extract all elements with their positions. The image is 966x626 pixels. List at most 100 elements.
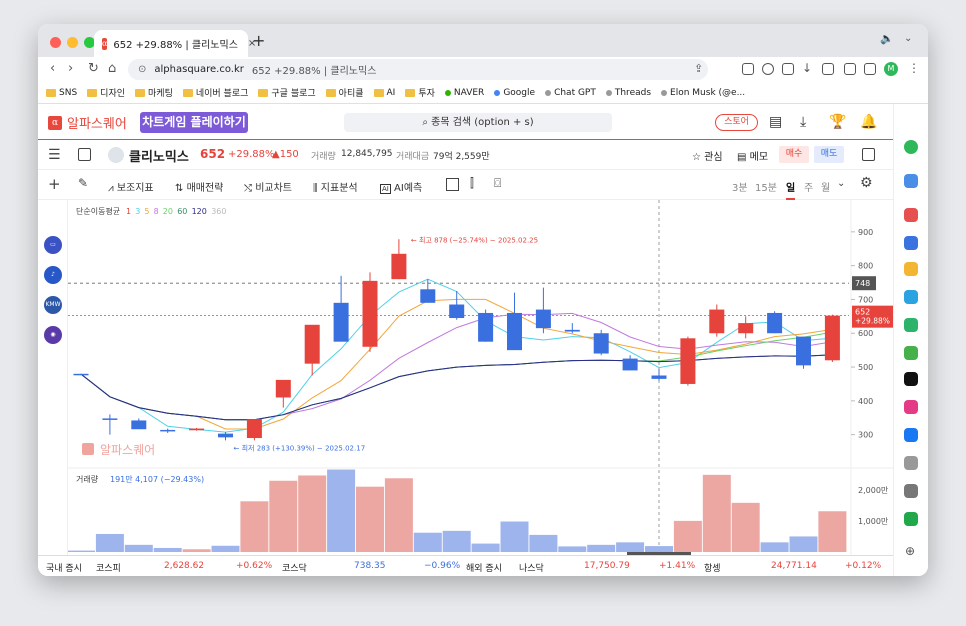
bookmark-item[interactable]: Elon Musk (@e... xyxy=(661,88,745,98)
indicators-button[interactable]: ⩘ 보조지표 xyxy=(108,179,154,194)
period-tab-5[interactable]: 월 xyxy=(821,179,830,194)
forward-icon[interactable]: › xyxy=(68,62,73,76)
weather-icon[interactable] xyxy=(904,174,918,188)
bookmark-item[interactable]: Google xyxy=(494,88,535,98)
pocket-icon[interactable] xyxy=(904,208,918,222)
tab-list-chevron-icon[interactable]: ⌄ xyxy=(904,33,912,44)
folder-icon xyxy=(135,88,146,97)
bookmark-label: 구글 블로그 xyxy=(271,89,316,99)
candle-body xyxy=(507,312,522,351)
strategy-button[interactable]: ⇅ 매매전략 xyxy=(175,179,223,194)
new-tab-button[interactable]: + xyxy=(252,31,265,50)
instagram-icon[interactable] xyxy=(904,400,918,414)
add-icon[interactable]: + xyxy=(48,175,61,193)
profile-shortcut-icon[interactable]: ◉ xyxy=(44,326,62,344)
bookmark-item[interactable]: 네이버 블로그 xyxy=(182,86,248,99)
minimize-window-button[interactable] xyxy=(67,37,78,48)
bookmark-item[interactable]: 디자인 xyxy=(87,86,125,99)
bookmark-item[interactable]: Chat GPT xyxy=(545,88,596,98)
period-tab-4[interactable]: 주 xyxy=(804,179,813,194)
bookmark-label: NAVER xyxy=(453,87,485,98)
candle-body xyxy=(362,280,378,347)
document-icon[interactable]: ▤ xyxy=(769,114,782,130)
memo-button[interactable]: ▤ 메모 xyxy=(737,148,768,163)
speaker-icon[interactable]: 🔈 xyxy=(880,32,894,45)
notification-bell-icon[interactable]: 🔔 xyxy=(860,114,877,130)
volume-pane-label: 거래량 xyxy=(76,474,99,484)
bookmark-item[interactable]: 마케팅 xyxy=(135,86,173,99)
maps-icon[interactable] xyxy=(904,346,918,360)
bookmark-label: SNS xyxy=(59,87,78,98)
high-annotation: ← 최고 878 (−25.74%) − 2025.02.25 xyxy=(411,235,538,244)
profile-avatar[interactable]: M xyxy=(884,62,898,76)
bookmark-item[interactable]: AI xyxy=(373,87,396,98)
bookmark-item[interactable]: 아티클 xyxy=(325,86,364,99)
menu-kebab-icon[interactable]: ⋮ xyxy=(908,61,920,75)
hangseng-label: 항셍 xyxy=(704,564,721,574)
translate-icon[interactable] xyxy=(904,290,918,304)
square-icon[interactable] xyxy=(446,178,459,191)
star-app-icon[interactable] xyxy=(904,262,918,276)
add-app-icon[interactable]: ⊕ xyxy=(905,544,915,558)
period-tab-1[interactable]: 3분 xyxy=(732,179,748,194)
home-icon[interactable]: ⌂ xyxy=(108,62,116,76)
watch-button[interactable]: ☆ 관심 xyxy=(692,148,723,163)
check-app-icon[interactable] xyxy=(904,512,918,526)
screenshot-icon[interactable] xyxy=(844,63,856,75)
back-icon[interactable]: ‹ xyxy=(50,62,55,76)
reload-icon[interactable]: ↻ xyxy=(88,62,99,76)
period-tab-2[interactable]: 15분 xyxy=(755,179,777,194)
feather-icon[interactable] xyxy=(904,456,918,470)
trophy-icon[interactable]: 🏆 xyxy=(829,114,846,130)
calendar-icon[interactable] xyxy=(904,236,918,250)
chart-game-button[interactable]: 차트게임 플레이하기 xyxy=(140,112,248,133)
app-logo[interactable]: α 알파스퀘어 xyxy=(48,113,127,132)
assistant-icon[interactable] xyxy=(904,140,918,154)
compare-button[interactable]: ⤭ 비교차트 xyxy=(244,179,292,194)
app-shortcut-icon[interactable]: ▭ xyxy=(44,236,62,254)
kmw-shortcut-icon[interactable]: KMW xyxy=(44,296,62,314)
price-chart[interactable]: 900 800 700 600 500 400 300 단순이동평균 1 3 5 8 20 60 120 36… xyxy=(68,200,893,555)
menu-hamburger-icon[interactable]: ☰ xyxy=(48,147,61,163)
period-tab-3[interactable]: 일 xyxy=(786,179,796,200)
site-info-icon[interactable]: ⊙ xyxy=(138,64,146,75)
analysis-button[interactable]: ⫼ 지표분석 xyxy=(313,179,358,194)
side-panel-icon[interactable] xyxy=(862,148,875,161)
share-icon[interactable]: ⇪ xyxy=(694,62,703,75)
panel-toggle-icon[interactable] xyxy=(78,148,91,161)
stock-name[interactable]: 클리노믹스 xyxy=(129,146,189,165)
store-button[interactable]: 스토어 xyxy=(715,114,758,131)
facebook-icon[interactable] xyxy=(904,428,918,442)
camera-icon[interactable]: ⌼ xyxy=(494,176,501,191)
download-icon[interactable]: ↓ xyxy=(802,61,812,75)
bookmark-label: AI xyxy=(386,87,396,98)
download-icon[interactable]: ⤓ xyxy=(800,114,806,130)
candle-type-icon[interactable]: ⫿ xyxy=(470,176,474,191)
bookmark-item[interactable]: 투자 xyxy=(405,86,435,99)
ai-predict-button[interactable]: AI AI예측 xyxy=(380,179,422,194)
music-shortcut-icon[interactable]: ♪ xyxy=(44,266,62,284)
sidebar-icon[interactable] xyxy=(864,63,876,75)
cast-icon[interactable] xyxy=(822,63,834,75)
extension-icon[interactable] xyxy=(742,63,754,75)
finance-icon[interactable] xyxy=(904,318,918,332)
bookmark-item[interactable]: NAVER xyxy=(444,87,485,98)
close-window-button[interactable] xyxy=(50,37,61,48)
tiktok-icon[interactable] xyxy=(904,372,918,386)
puzzle-icon[interactable] xyxy=(762,63,774,75)
bookmark-label: 아티클 xyxy=(338,89,364,99)
bookmark-item[interactable]: 구글 블로그 xyxy=(258,86,316,99)
bookmark-item[interactable]: SNS xyxy=(46,88,77,98)
url-field[interactable]: ⊙ alphasquare.co.kr 652 +29.88% | 클리노믹스 xyxy=(128,59,708,80)
draw-pen-icon[interactable]: ✎ xyxy=(78,176,88,190)
stock-search-input[interactable]: ⌕ 종목 검색 (option + s) xyxy=(344,113,612,132)
sell-button[interactable]: 매도 xyxy=(814,146,844,163)
period-dropdown-chevron-icon[interactable]: ⌄ xyxy=(837,178,845,189)
queue-icon[interactable] xyxy=(782,63,794,75)
low-annotation: ← 최저 283 (+130.39%) − 2025.02.17 xyxy=(234,443,366,452)
avatar-app-icon[interactable] xyxy=(904,484,918,498)
buy-button[interactable]: 매수 xyxy=(779,146,809,163)
settings-gear-icon[interactable]: ⚙ xyxy=(860,175,873,191)
bookmark-item[interactable]: Threads xyxy=(605,88,651,98)
browser-tab[interactable]: α 652 +29.88% | 클리노믹스 × xyxy=(94,30,256,57)
